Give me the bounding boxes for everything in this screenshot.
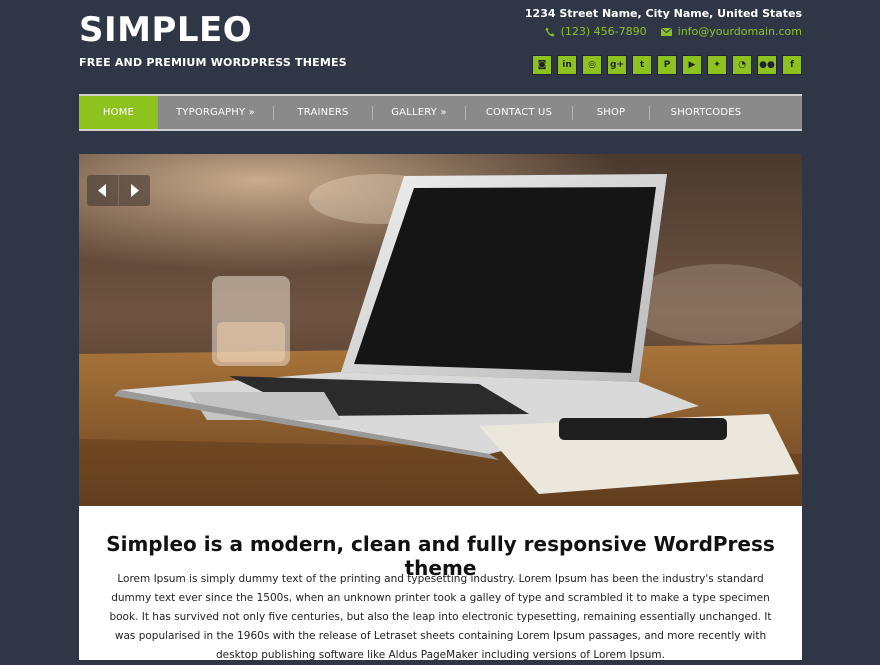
main-nav: HOME TYPORGAPHY » TRAINERS GALLERY » CONTACT… [79, 94, 802, 131]
nav-item-typorgaphy[interactable]: TYPORGAPHY » [158, 96, 273, 129]
instagram-icon: ◙ [537, 60, 547, 70]
phone-icon [545, 27, 555, 36]
facebook-icon: f [790, 60, 794, 70]
nav-item-label: SHOP [596, 107, 626, 118]
rss-icon: ◔ [738, 60, 746, 70]
intro-body: Lorem Ipsum is simply dummy text of the … [109, 573, 772, 661]
pinterest-link[interactable]: P [657, 55, 677, 75]
site-tagline: FREE AND PREMIUM WORDPRESS THEMES [79, 56, 347, 69]
flickr-icon: ●● [759, 60, 775, 70]
email-address: info@yourdomain.com [677, 25, 802, 38]
nav-item-shop[interactable]: SHOP [573, 96, 649, 129]
twitter-icon: ✦ [713, 60, 721, 70]
facebook-link[interactable]: f [782, 55, 802, 75]
dribbble-link[interactable]: ◎ [582, 55, 602, 75]
nav-item-shortcodes[interactable]: SHORTCODES [650, 96, 762, 129]
youtube-icon: ▶ [688, 60, 696, 70]
nav-item-gallery[interactable]: GALLERY » [373, 96, 465, 129]
tumblr-link[interactable]: t [632, 55, 652, 75]
hero-slider [79, 154, 802, 506]
google-plus-icon: g+ [610, 60, 624, 70]
phone-number: (123) 456-7890 [560, 25, 647, 38]
site-logo[interactable]: SIMPLEO [79, 10, 252, 50]
nav-item-contact-us[interactable]: CONTACT US [466, 96, 572, 129]
nav-item-label: SHORTCODES [670, 107, 742, 118]
hero-image [79, 154, 802, 506]
instagram-link[interactable]: ◙ [532, 55, 552, 75]
nav-item-label: TRAINERS [297, 107, 349, 118]
nav-item-trainers[interactable]: TRAINERS [274, 96, 372, 129]
dribbble-icon: ◎ [588, 60, 596, 70]
nav-item-label: TYPORGAPHY » [175, 107, 255, 118]
header-contact: (123) 456-7890 info@yourdomain.com [545, 25, 802, 38]
tumblr-icon: t [639, 60, 645, 70]
slider-next-button[interactable] [119, 175, 150, 206]
chevron-right-icon [131, 184, 139, 197]
linkedin-link[interactable]: in [557, 55, 577, 75]
youtube-link[interactable]: ▶ [682, 55, 702, 75]
nav-item-label: HOME [102, 107, 135, 118]
nav-item-label: GALLERY » [391, 107, 447, 118]
email-contact[interactable]: info@yourdomain.com [660, 25, 802, 38]
google-plus-link[interactable]: g+ [607, 55, 627, 75]
pinterest-icon: P [663, 60, 671, 70]
chevron-left-icon [98, 184, 106, 197]
header-address: 1234 Street Name, City Name, United Stat… [524, 7, 802, 20]
slider-prev-button[interactable] [87, 175, 118, 206]
twitter-link[interactable]: ✦ [707, 55, 727, 75]
rss-link[interactable]: ◔ [732, 55, 752, 75]
envelope-icon [660, 27, 672, 36]
nav-item-home[interactable]: HOME [79, 96, 158, 129]
slider-controls [87, 175, 150, 206]
phone-contact[interactable]: (123) 456-7890 [545, 25, 647, 38]
intro-section: Simpleo is a modern, clean and fully res… [79, 506, 802, 661]
linkedin-icon: in [562, 60, 572, 70]
nav-item-label: CONTACT US [485, 107, 553, 118]
social-links: ◙ in ◎ g+ t P ▶ ✦ ◔ ●● f [532, 55, 802, 75]
flickr-link[interactable]: ●● [757, 55, 777, 75]
